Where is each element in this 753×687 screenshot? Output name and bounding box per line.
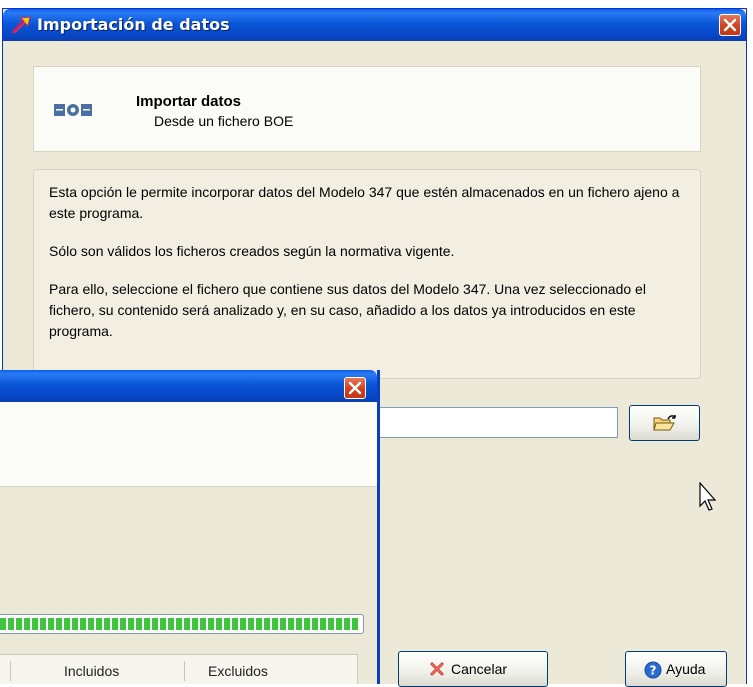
description-paragraph: Para ello, seleccione el fichero que con… [49, 281, 646, 339]
browse-file-button[interactable] [629, 405, 700, 441]
help-button-label: Ayuda [666, 661, 706, 677]
column-header-incluidos[interactable]: Incluidos [64, 663, 119, 679]
results-table-header: Incluidos Excluidos [0, 654, 358, 684]
description-paragraph: Esta opción le permite incorporar datos … [49, 184, 680, 221]
header-title: Importar datos [136, 93, 242, 110]
description-paragraph: Sólo son válidos los ficheros creados se… [49, 243, 455, 259]
column-header-excluidos[interactable]: Excluidos [208, 663, 268, 679]
progress-title-bar[interactable] [0, 370, 377, 402]
file-path-input[interactable] [379, 407, 618, 438]
app-arrow-icon [11, 16, 31, 34]
progress-window: Incluidos Excluidos [0, 370, 380, 684]
close-icon [723, 18, 737, 32]
column-separator [184, 661, 185, 681]
title-bar[interactable]: Importación de datos [3, 9, 746, 41]
help-button[interactable]: ? Ayuda [625, 651, 727, 687]
svg-text:?: ? [650, 664, 657, 678]
help-icon: ? [644, 661, 662, 679]
close-icon [348, 381, 362, 395]
open-folder-icon [653, 415, 676, 431]
header-subtitle: Desde un fichero BOE [154, 113, 294, 129]
description-panel: Esta opción le permite incorporar datos … [33, 169, 701, 379]
progress-bar [0, 614, 364, 634]
header-panel: Importar datos Desde un fichero BOE [33, 66, 701, 152]
column-separator [10, 661, 11, 681]
progress-header-panel [0, 402, 377, 487]
cancel-button-label: Cancelar [451, 661, 508, 677]
progress-close-button[interactable] [344, 377, 366, 399]
cancel-x-icon [430, 662, 444, 676]
close-button[interactable] [719, 14, 741, 36]
boe-logo [54, 104, 92, 116]
window-title: Importación de datos [37, 15, 230, 34]
cancel-button[interactable]: Cancelar [398, 651, 548, 687]
progress-bar-fill [0, 618, 359, 630]
mouse-cursor-icon [699, 482, 717, 511]
